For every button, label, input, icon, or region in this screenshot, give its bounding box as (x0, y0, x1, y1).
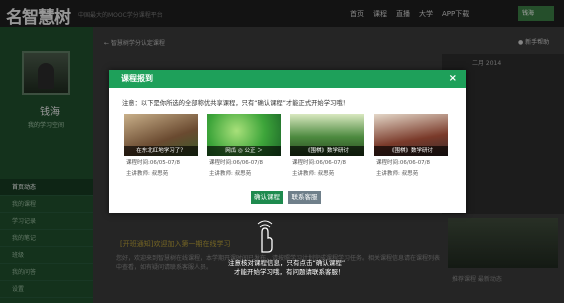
course-thumbnail: 《围棋》数学研讨 (290, 114, 364, 156)
course-card[interactable]: 《围棋》数学研讨 课程时间:06/06-07/8 主讲教师: 叔思苑 (374, 114, 448, 178)
contact-support-button[interactable]: 联系客服 (288, 191, 321, 204)
course-teacher: 主讲教师: 叔思苑 (126, 171, 169, 177)
guide-annotation: 注意核对课程信息，只有点击“确认课程” 才能开始学习哦，有问题请联系客服！ (228, 259, 345, 277)
course-time: 课程时间:06/05-07/8 (126, 160, 181, 166)
close-icon[interactable]: × (449, 70, 457, 88)
course-caption: 网瓜 ◎ 公正 ＞ (207, 146, 281, 156)
course-thumbnail: 在东北红地学习了？ (124, 114, 198, 156)
course-time: 课程时间:06/06-07/8 (209, 160, 264, 166)
course-time: 课程时间:06/06-07/8 (376, 160, 431, 166)
modal-notice: 注意：以下是你所选的全部称优共享课程，只有“确认课程”才能正式开始学习哦！ (122, 100, 349, 107)
course-report-modal: 课程报到 × 注意：以下是你所选的全部称优共享课程，只有“确认课程”才能正式开始… (109, 70, 466, 213)
course-time: 课程时间:06/06-07/8 (292, 160, 347, 166)
modal-header: 课程报到 × (109, 70, 466, 88)
course-caption: 在东北红地学习了？ (124, 146, 198, 156)
course-teacher: 主讲教师: 叔思苑 (376, 171, 419, 177)
modal-title: 课程报到 (121, 74, 153, 83)
course-thumbnail: 网瓜 ◎ 公正 ＞ (207, 114, 281, 156)
course-teacher: 主讲教师: 叔思苑 (292, 171, 335, 177)
course-teacher: 主讲教师: 叔思苑 (209, 171, 252, 177)
confirm-course-button[interactable]: 确认课程 (251, 191, 283, 204)
course-caption: 《围棋》数学研讨 (290, 146, 364, 156)
course-card[interactable]: 网瓜 ◎ 公正 ＞ 课程时间:06/06-07/8 主讲教师: 叔思苑 (207, 114, 281, 178)
guide-line-1: 注意核对课程信息，只有点击“确认课程” (228, 259, 346, 267)
course-card[interactable]: 《围棋》数学研讨 课程时间:06/06-07/8 主讲教师: 叔思苑 (290, 114, 364, 178)
course-card[interactable]: 在东北红地学习了？ 课程时间:06/05-07/8 主讲教师: 叔思苑 (124, 114, 198, 178)
course-thumbnail: 《围棋》数学研讨 (374, 114, 448, 156)
course-caption: 《围棋》数学研讨 (374, 146, 448, 156)
guide-line-2: 才能开始学习哦，有问题请联系客服！ (234, 268, 345, 276)
pointer-hand-icon (257, 220, 273, 253)
